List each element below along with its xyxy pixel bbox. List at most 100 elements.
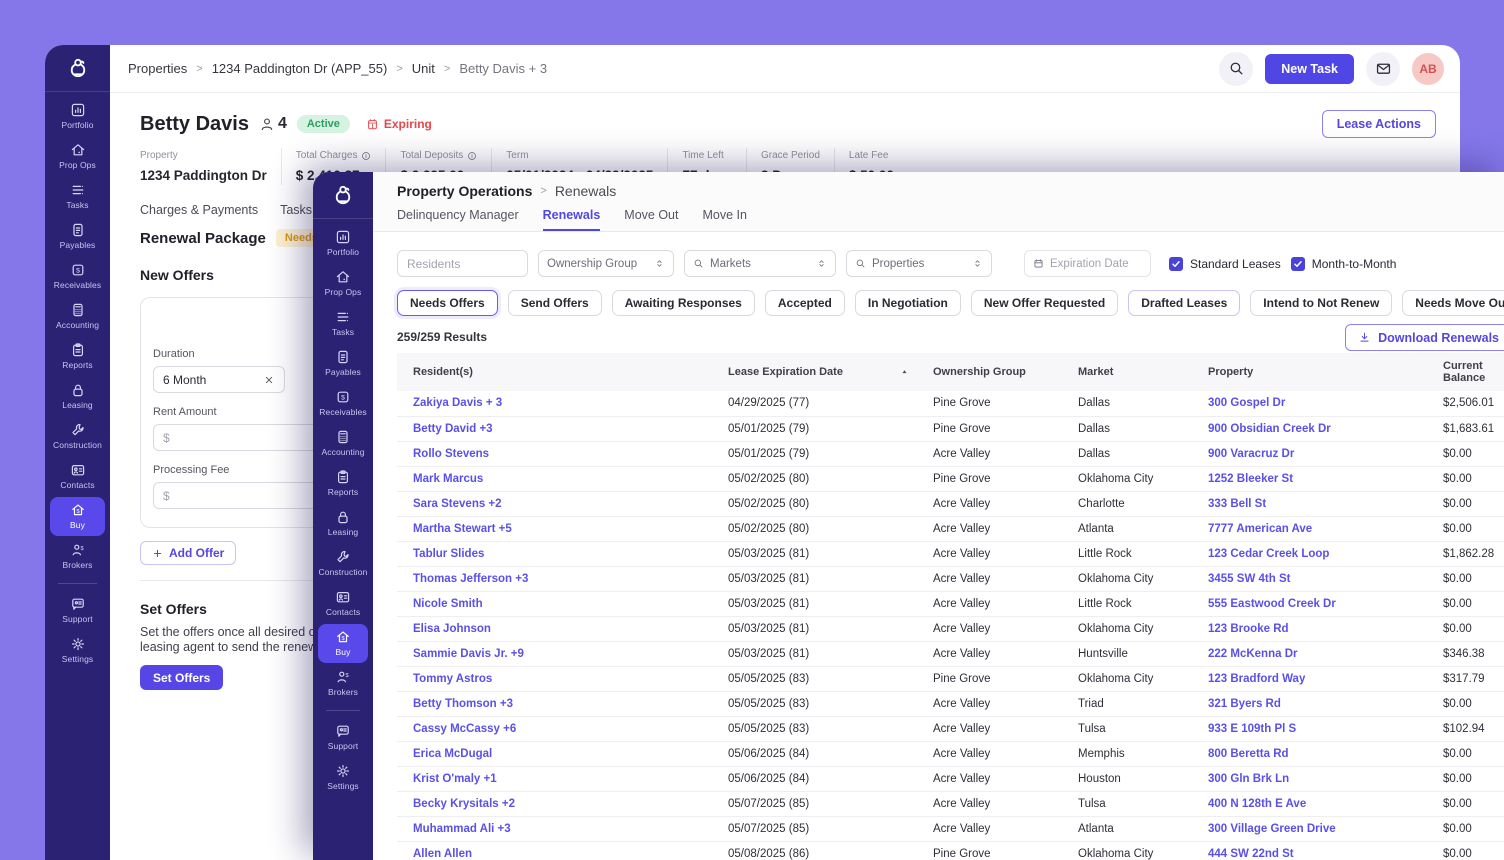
property-cell[interactable]: 400 N 128th E Ave <box>1192 791 1427 816</box>
markets-select[interactable]: Markets <box>684 250 836 277</box>
app-logo[interactable] <box>313 172 373 219</box>
download-renewals-button[interactable]: Download Renewals <box>1345 324 1504 351</box>
resident-cell[interactable]: Betty Thomson +3 <box>397 691 712 716</box>
tab-charges-payments[interactable]: Charges & Payments <box>140 203 258 217</box>
filter-chip-new-offer-requested[interactable]: New Offer Requested <box>971 290 1118 316</box>
sidebar-item-tasks[interactable]: Tasks <box>50 177 105 216</box>
mail-button[interactable] <box>1366 52 1400 86</box>
table-row[interactable]: Becky Krysitals +205/07/2025 (85)Acre Va… <box>397 791 1504 816</box>
property-cell[interactable]: 555 Eastwood Creek Dr <box>1192 591 1427 616</box>
breadcrumb-item[interactable]: Betty Davis + 3 <box>459 61 547 76</box>
property-cell[interactable]: 800 Beretta Rd <box>1192 741 1427 766</box>
sidebar-item-accounting[interactable]: Accounting <box>50 297 105 336</box>
filter-chip-drafted-leases[interactable]: Drafted Leases <box>1128 290 1240 316</box>
resident-cell[interactable]: Allen Allen <box>397 841 712 860</box>
ownership-group-select[interactable]: Ownership Group <box>538 250 674 277</box>
table-row[interactable]: Sara Stevens +205/02/2025 (80)Acre Valle… <box>397 491 1504 516</box>
column-header-market[interactable]: Market <box>1062 353 1192 391</box>
sidebar-item-leasing[interactable]: Leasing <box>318 504 368 543</box>
resident-cell[interactable]: Erica McDugal <box>397 741 712 766</box>
breadcrumb-item[interactable]: 1234 Paddington Dr (APP_55) <box>212 61 388 76</box>
resident-cell[interactable]: Muhammad Ali +3 <box>397 816 712 841</box>
filter-chip-needs-move-out[interactable]: Needs Move Out <box>1402 290 1504 316</box>
sidebar-item-contacts[interactable]: Contacts <box>50 457 105 496</box>
search-button[interactable] <box>1219 52 1253 86</box>
table-row[interactable]: Betty Thomson +305/05/2025 (83)Acre Vall… <box>397 691 1504 716</box>
resident-cell[interactable]: Tablur Slides <box>397 541 712 566</box>
properties-select[interactable]: Properties <box>846 250 992 277</box>
breadcrumb-item[interactable]: Properties <box>128 61 187 76</box>
property-cell[interactable]: 300 Gospel Dr <box>1192 391 1427 416</box>
tab-move-in[interactable]: Move In <box>702 208 746 231</box>
lease-actions-button[interactable]: Lease Actions <box>1322 110 1436 138</box>
property-cell[interactable]: 1252 Bleeker St <box>1192 466 1427 491</box>
property-cell[interactable]: 300 Village Green Drive <box>1192 816 1427 841</box>
sidebar-item-receivables[interactable]: $Receivables <box>318 384 368 423</box>
column-header-property[interactable]: Property <box>1192 353 1427 391</box>
table-row[interactable]: Cassy McCassy +605/05/2025 (83)Acre Vall… <box>397 716 1504 741</box>
sidebar-item-reports[interactable]: Reports <box>318 464 368 503</box>
resident-cell[interactable]: Thomas Jefferson +3 <box>397 566 712 591</box>
column-header-current-balance[interactable]: Current Balance <box>1427 353 1504 391</box>
sidebar-item-prop-ops[interactable]: Prop Ops <box>318 264 368 303</box>
table-row[interactable]: Martha Stewart +505/02/2025 (80)Acre Val… <box>397 516 1504 541</box>
table-row[interactable]: Tommy Astros05/05/2025 (83)Pine GroveOkl… <box>397 666 1504 691</box>
sidebar-item-leasing[interactable]: Leasing <box>50 377 105 416</box>
resident-cell[interactable]: Becky Krysitals +2 <box>397 791 712 816</box>
filter-chip-in-negotiation[interactable]: In Negotiation <box>855 290 961 316</box>
property-cell[interactable]: 900 Obsidian Creek Dr <box>1192 416 1427 441</box>
sidebar-item-payables[interactable]: Payables <box>50 217 105 256</box>
property-cell[interactable]: 444 SW 22nd St <box>1192 841 1427 860</box>
app-logo[interactable] <box>45 45 110 92</box>
property-cell[interactable]: 222 McKenna Dr <box>1192 641 1427 666</box>
new-task-button[interactable]: New Task <box>1265 54 1354 84</box>
sidebar-item-settings[interactable]: Settings <box>50 631 105 670</box>
sidebar-item-construction[interactable]: Construction <box>318 544 368 583</box>
sidebar-item-prop-ops[interactable]: Prop Ops <box>50 137 105 176</box>
avatar[interactable]: AB <box>1412 53 1444 85</box>
property-cell[interactable]: 333 Bell St <box>1192 491 1427 516</box>
resident-cell[interactable]: Sara Stevens +2 <box>397 491 712 516</box>
sidebar-item-buy[interactable]: $Buy <box>50 497 105 536</box>
table-row[interactable]: Rollo Stevens05/01/2025 (79)Acre ValleyD… <box>397 441 1504 466</box>
set-offers-button[interactable]: Set Offers <box>140 665 223 690</box>
table-row[interactable]: Betty David +305/01/2025 (79)Pine GroveD… <box>397 416 1504 441</box>
resident-cell[interactable]: Tommy Astros <box>397 666 712 691</box>
residents-input[interactable] <box>397 250 528 277</box>
filter-chip-intend-to-not-renew[interactable]: Intend to Not Renew <box>1250 290 1392 316</box>
tab-renewals[interactable]: Renewals <box>543 208 601 231</box>
table-row[interactable]: Erica McDugal05/06/2025 (84)Acre ValleyM… <box>397 741 1504 766</box>
table-row[interactable]: Muhammad Ali +305/07/2025 (85)Acre Valle… <box>397 816 1504 841</box>
breadcrumb-item[interactable]: Unit <box>412 61 435 76</box>
add-offer-button[interactable]: Add Offer <box>140 541 236 565</box>
sort-asc-icon[interactable] <box>900 368 909 377</box>
property-cell[interactable]: 123 Brooke Rd <box>1192 616 1427 641</box>
sidebar-item-brokers[interactable]: $Brokers <box>50 537 105 576</box>
property-cell[interactable]: 123 Bradford Way <box>1192 666 1427 691</box>
sidebar-item-portfolio[interactable]: Portfolio <box>318 224 368 263</box>
tab-move-out[interactable]: Move Out <box>624 208 678 231</box>
column-header-resident-s-[interactable]: Resident(s) <box>397 353 712 391</box>
filter-chip-needs-offers[interactable]: Needs Offers <box>397 290 498 316</box>
sidebar-item-construction[interactable]: Construction <box>50 417 105 456</box>
sidebar-item-buy[interactable]: $Buy <box>318 624 368 663</box>
sidebar-item-contacts[interactable]: Contacts <box>318 584 368 623</box>
table-row[interactable]: Nicole Smith05/03/2025 (81)Acre ValleyLi… <box>397 591 1504 616</box>
resident-cell[interactable]: Martha Stewart +5 <box>397 516 712 541</box>
property-cell[interactable]: 321 Byers Rd <box>1192 691 1427 716</box>
property-cell[interactable]: 900 Varacruz Dr <box>1192 441 1427 466</box>
sidebar-item-support[interactable]: Support <box>318 718 368 757</box>
table-row[interactable]: Krist O'maly +105/06/2025 (84)Acre Valle… <box>397 766 1504 791</box>
property-cell[interactable]: 7777 American Ave <box>1192 516 1427 541</box>
sidebar-item-brokers[interactable]: $Brokers <box>318 664 368 703</box>
resident-cell[interactable]: Rollo Stevens <box>397 441 712 466</box>
sidebar-item-reports[interactable]: Reports <box>50 337 105 376</box>
breadcrumb-section[interactable]: Property Operations <box>397 183 532 199</box>
month-to-month-checkbox[interactable]: Month-to-Month <box>1291 257 1397 271</box>
column-header-ownership-group[interactable]: Ownership Group <box>917 353 1062 391</box>
property-cell[interactable]: 300 Gln Brk Ln <box>1192 766 1427 791</box>
filter-chip-awaiting-responses[interactable]: Awaiting Responses <box>612 290 755 316</box>
resident-cell[interactable]: Krist O'maly +1 <box>397 766 712 791</box>
table-row[interactable]: Allen Allen05/08/2025 (86)Pine GroveOkla… <box>397 841 1504 860</box>
resident-cell[interactable]: Sammie Davis Jr. +9 <box>397 641 712 666</box>
